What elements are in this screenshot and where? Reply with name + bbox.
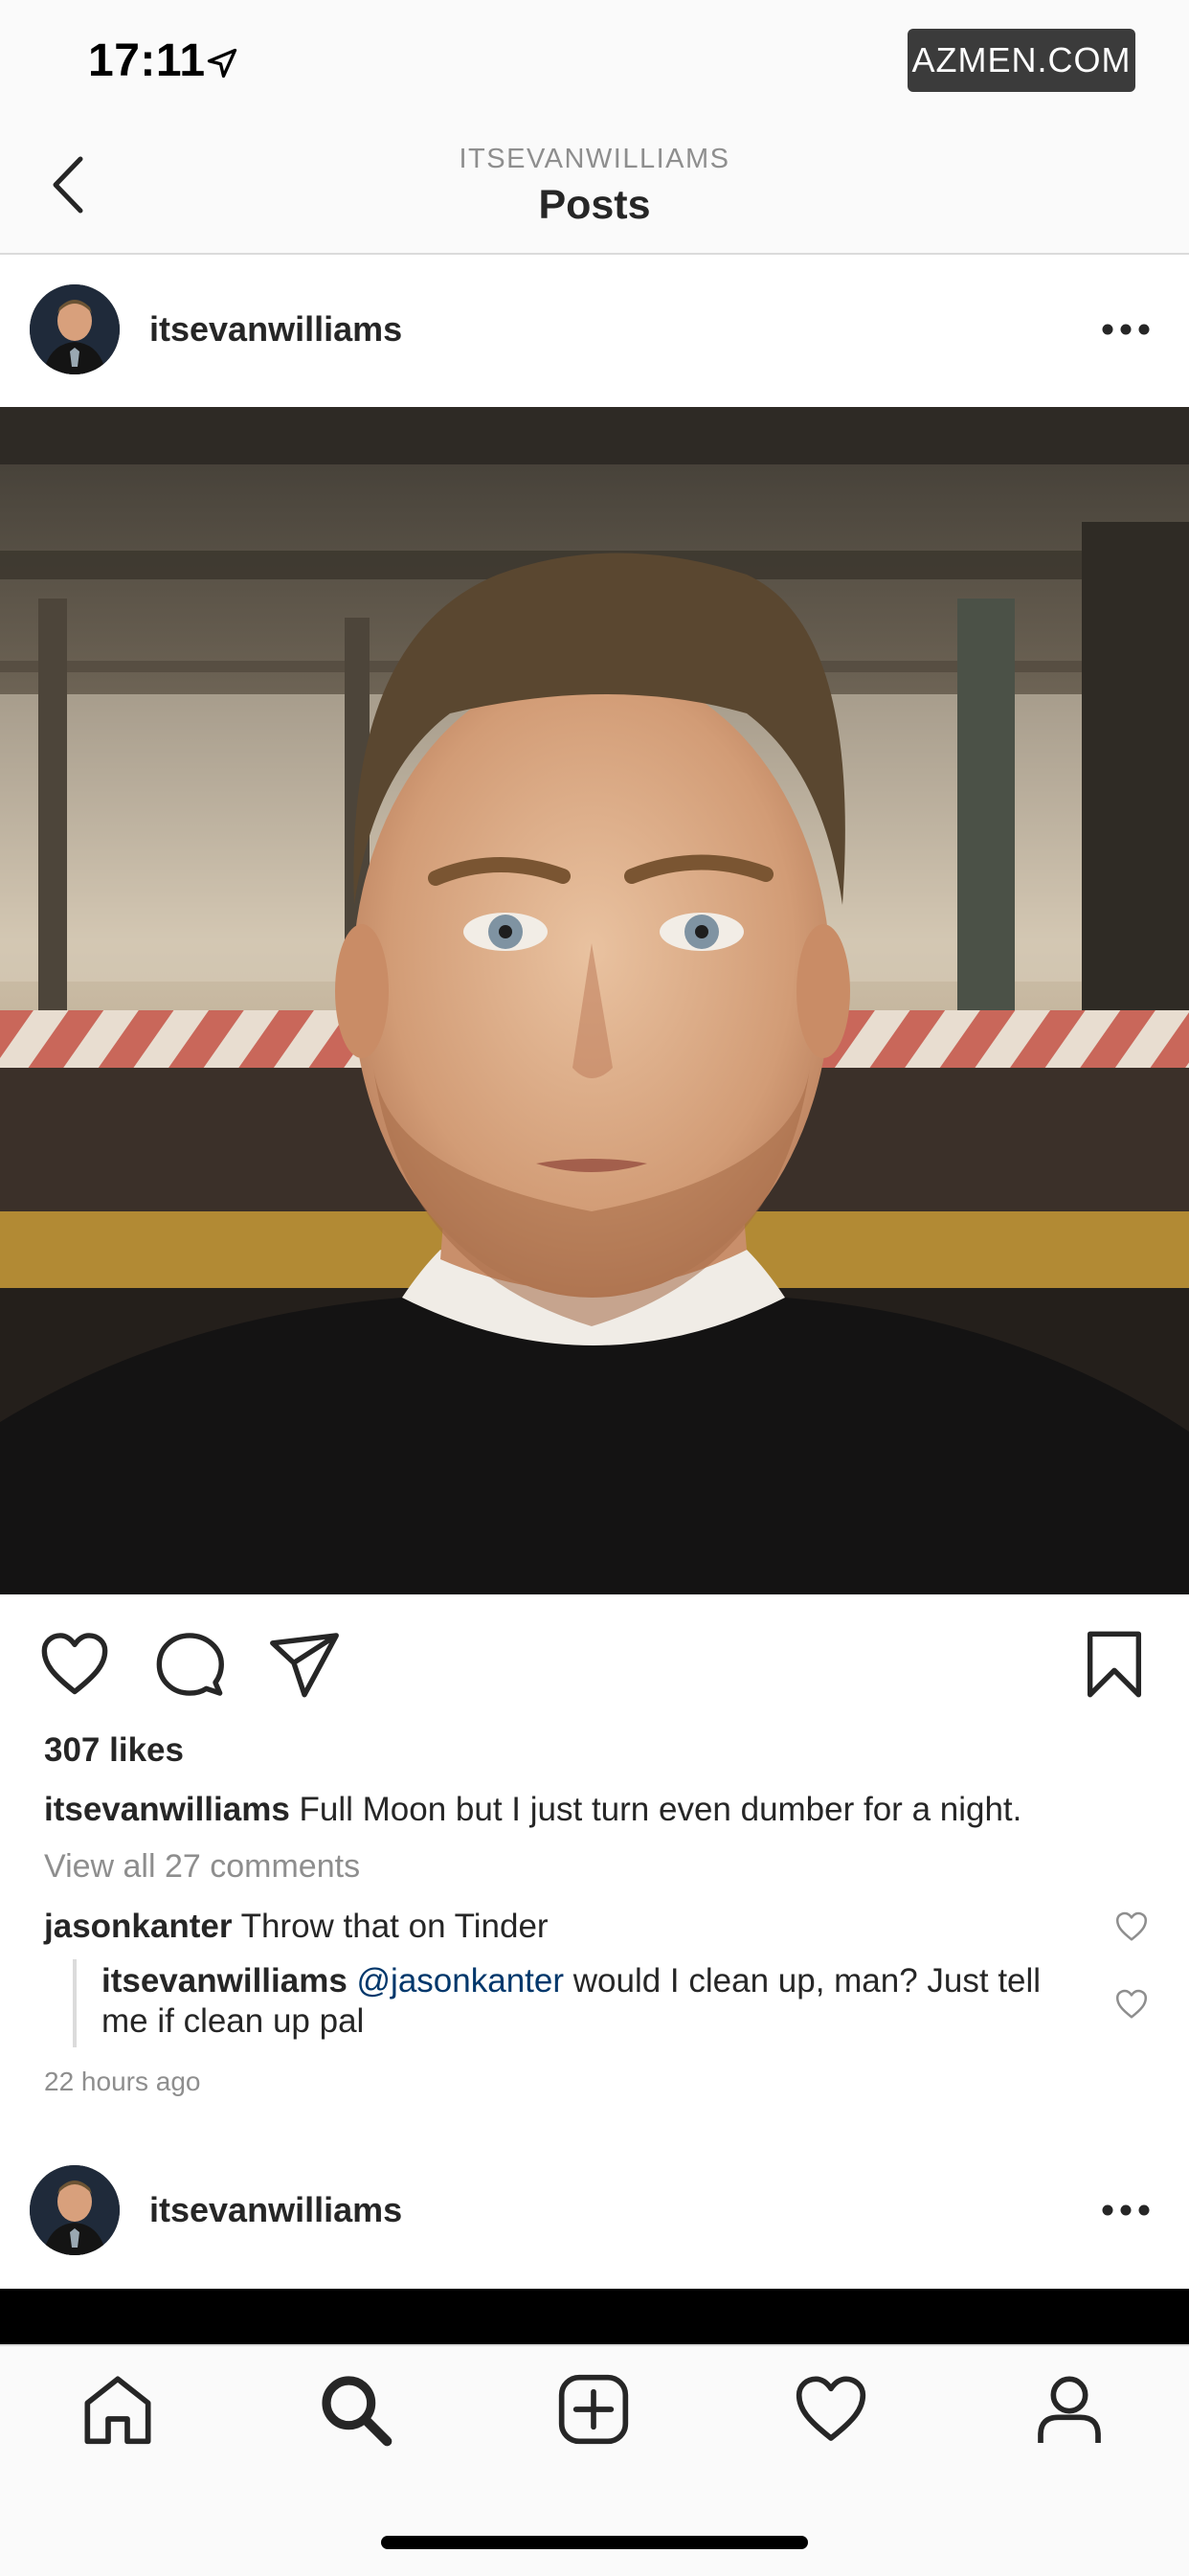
comment-text: Throw that on Tinder	[240, 1908, 549, 1945]
reply-username[interactable]: itsevanwilliams	[101, 1962, 348, 2000]
likes-count[interactable]: 307 likes	[44, 1731, 184, 1770]
avatar-image	[30, 2165, 120, 2255]
new-post-plus-icon[interactable]	[555, 2371, 632, 2448]
like-heart-icon[interactable]	[38, 1628, 111, 1701]
reply-comment-item: itsevanwilliams @jasonkanter would I cle…	[101, 1961, 1068, 2042]
post-caption: itsevanwilliams Full Moon but I just tur…	[44, 1789, 1155, 1831]
view-all-comments-link[interactable]: View all 27 comments	[44, 1848, 360, 1886]
profile-person-icon[interactable]	[1031, 2371, 1108, 2448]
avatar[interactable]	[30, 284, 120, 374]
header-username: ITSEVANWILLIAMS	[459, 144, 730, 174]
next-post-more-options-icon[interactable]	[1101, 2203, 1151, 2217]
avatar-image	[30, 284, 120, 374]
portrait-image	[0, 407, 1189, 1594]
comment-item: jasonkanter Throw that on Tinder	[44, 1906, 1088, 1948]
comment-like-heart-icon[interactable]	[1114, 1910, 1149, 1943]
caption-username[interactable]: itsevanwilliams	[44, 1791, 290, 1828]
reply-thread-line	[73, 1959, 77, 2047]
activity-heart-icon[interactable]	[793, 2371, 869, 2448]
bookmark-save-icon[interactable]	[1078, 1628, 1151, 1701]
watermark-badge: AZMEN.COM	[908, 29, 1135, 92]
reply-mention[interactable]: @jasonkanter	[357, 1962, 564, 2000]
status-time: 17:11	[88, 35, 206, 86]
reply-like-heart-icon[interactable]	[1114, 1988, 1149, 2021]
share-paper-plane-icon[interactable]	[268, 1628, 341, 1701]
comment-username[interactable]: jasonkanter	[44, 1908, 232, 1945]
home-icon[interactable]	[79, 2371, 156, 2448]
location-arrow-icon	[207, 48, 237, 79]
home-indicator[interactable]	[381, 2536, 808, 2549]
next-post-username[interactable]: itsevanwilliams	[149, 2190, 402, 2230]
page-title: Posts	[538, 182, 651, 228]
next-post-image-edge[interactable]	[0, 2289, 1189, 2346]
post-photo[interactable]	[0, 407, 1189, 1594]
search-icon[interactable]	[317, 2371, 393, 2448]
post-timestamp: 22 hours ago	[44, 2067, 201, 2096]
more-options-icon[interactable]	[1101, 323, 1151, 336]
caption-text: Full Moon but I just turn even dumber fo…	[299, 1791, 1022, 1828]
comment-bubble-icon[interactable]	[153, 1628, 226, 1701]
next-post-avatar[interactable]	[30, 2165, 120, 2255]
post-username[interactable]: itsevanwilliams	[149, 309, 402, 350]
